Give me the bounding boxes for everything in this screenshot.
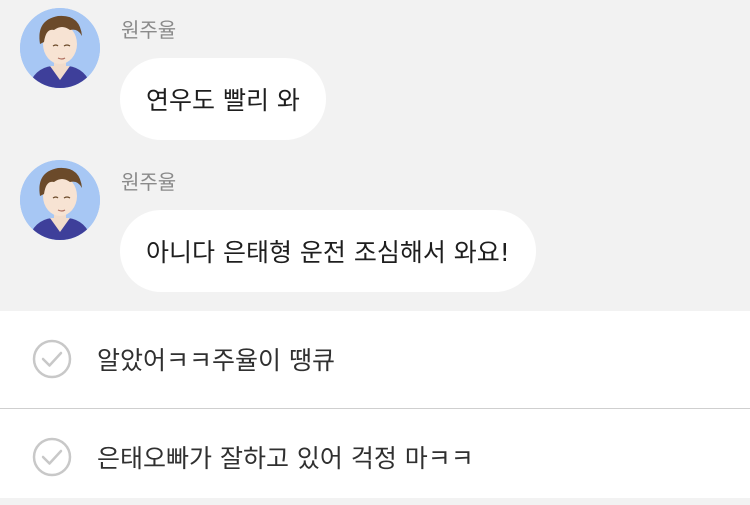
avatar[interactable] <box>20 160 100 240</box>
reply-choices: 알았어ㅋㅋ주율이 땡큐 은태오빠가 잘하고 있어 걱정 마ㅋㅋ <box>0 311 750 498</box>
reply-choice-label: 은태오빠가 잘하고 있어 걱정 마ㅋㅋ <box>97 444 474 473</box>
reply-choice-label: 알았어ㅋㅋ주율이 땡큐 <box>97 346 335 375</box>
reply-choice-1[interactable]: 알았어ㅋㅋ주율이 땡큐 <box>0 311 750 407</box>
message-bubble: 아니다 은태형 운전 조심해서 와요! <box>120 210 536 292</box>
person-avatar-icon <box>20 160 100 240</box>
check-circle-icon <box>32 437 72 477</box>
check-circle-icon <box>32 339 72 379</box>
sender-name: 원주율 <box>121 170 177 194</box>
person-avatar-icon <box>20 8 100 88</box>
chat-area: 원주율 연우도 빨리 와 원주율 아니다 은태형 운전 조심해서 와요! <box>0 0 750 311</box>
sender-name: 원주율 <box>121 18 177 42</box>
reply-choice-2[interactable]: 은태오빠가 잘하고 있어 걱정 마ㅋㅋ <box>0 409 750 505</box>
message-bubble: 연우도 빨리 와 <box>120 58 326 140</box>
avatar[interactable] <box>20 8 100 88</box>
